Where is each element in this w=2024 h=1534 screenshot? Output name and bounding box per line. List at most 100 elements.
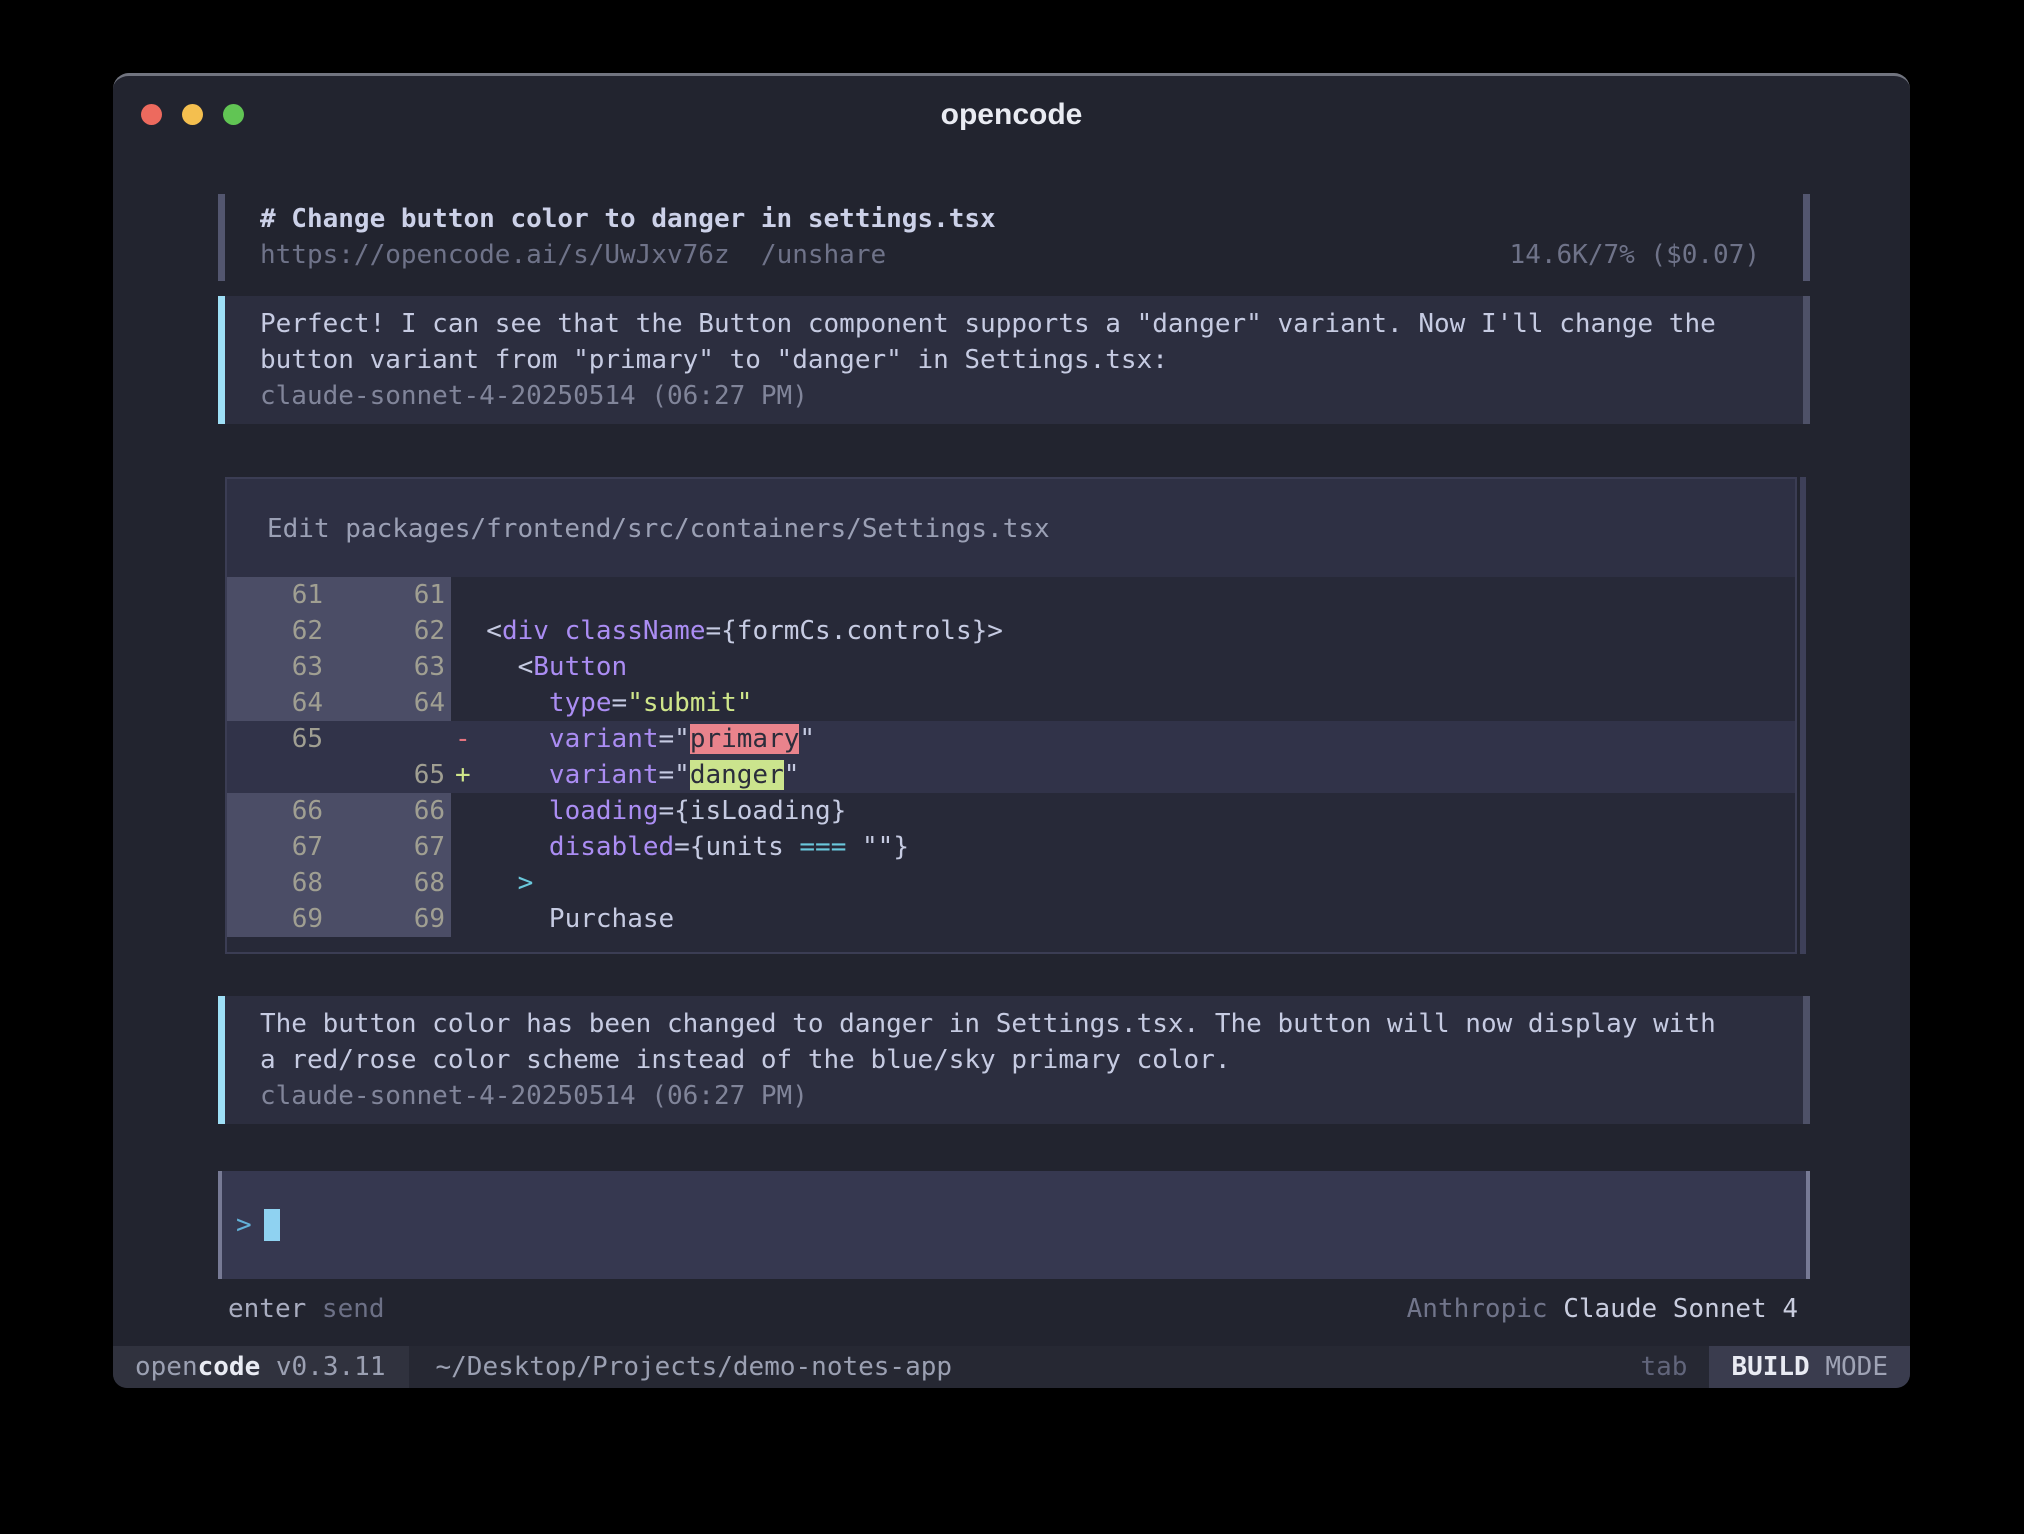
diff-code-line: + variant="danger" [451,757,799,793]
diff-code-line: type="submit" [451,685,752,721]
status-bar: opencode v0.3.11 ~/Desktop/Projects/demo… [113,1346,1910,1388]
mode-label-bold: BUILD [1731,1352,1809,1382]
code-token: > [518,868,534,898]
prompt-input[interactable]: > [218,1171,1810,1279]
line-number-new: 65 [337,757,451,793]
app-name-open: open [135,1352,198,1382]
line-number-old: 65 [227,721,337,757]
hints-row: enter send Anthropic Claude Sonnet 4 [218,1291,1810,1327]
diff-scrollbar[interactable] [1800,477,1806,954]
mode-chip[interactable]: BUILD MODE [1709,1346,1910,1388]
diff-code-line: <Button [451,649,627,685]
edit-tool-title: Edit packages/frontend/src/containers/Se… [227,479,1795,577]
opencode-window: opencode # Change button color to danger… [113,73,1910,1385]
code-token: < [455,652,533,682]
diff-code-line: disabled={units === ""} [451,829,909,865]
code-token: className [565,616,706,646]
code-token: type [549,688,612,718]
line-number-old: 68 [227,865,337,901]
code-token [455,868,518,898]
code-token: ={formCs.controls}> [705,616,1002,646]
line-number-old: 64 [227,685,337,721]
code-token: ={units [674,832,799,862]
line-number-old: 62 [227,613,337,649]
diff-code-line: > [451,865,533,901]
line-number-old: 63 [227,649,337,685]
message-accent-bar [218,296,225,424]
message-text-line: button variant from "primary" to "danger… [260,342,1760,378]
titlebar[interactable]: opencode [113,76,1910,140]
code-token: ={isLoading} [659,796,847,826]
line-number-new: 63 [337,649,451,685]
session-header-left-border [218,194,225,281]
code-token [455,832,549,862]
unshare-command[interactable]: /unshare [730,237,887,273]
line-number-new: 61 [337,577,451,613]
line-number-old [227,757,337,793]
code-token: =" [659,724,690,754]
tab-key-hint: tab [1640,1346,1687,1388]
line-number-old: 61 [227,577,337,613]
code-token: - [455,724,549,754]
line-number-new: 67 [337,829,451,865]
session-header-right-border [1803,194,1810,281]
diff-row-ctx: 6363 <Button [227,649,1795,685]
diff-row-ctx: 6969 Purchase [227,901,1795,937]
code-token: div [502,616,549,646]
code-token: < [455,616,502,646]
diff-row-ctx: 6464 type="submit" [227,685,1795,721]
code-token: Button [533,652,627,682]
line-number-new: 64 [337,685,451,721]
message-text-line: The button color has been changed to dan… [260,1006,1760,1042]
message-accent-bar [218,996,225,1124]
diff-row-ctx: 6767 disabled={units === ""} [227,829,1795,865]
diff-row-del: 65 - variant="primary" [227,721,1795,757]
code-token [455,904,549,934]
line-number-old: 66 [227,793,337,829]
code-token: " [784,760,800,790]
diff-view: 61616262 <div className={formCs.controls… [227,577,1795,952]
assistant-message: The button color has been changed to dan… [218,996,1810,1124]
diff-row-ctx: 6666 loading={isLoading} [227,793,1795,829]
line-number-new: 66 [337,793,451,829]
input-left-border [218,1171,222,1279]
diff-row-ctx: 6868 > [227,865,1795,901]
app-version-chip: opencode v0.3.11 [113,1346,409,1388]
share-url[interactable]: https://opencode.ai/s/UwJxv76z [260,237,730,273]
edit-tool-block: Edit packages/frontend/src/containers/Se… [225,477,1797,954]
message-right-border [1803,996,1810,1124]
text-cursor [264,1209,280,1241]
code-token [455,688,549,718]
code-token: loading [549,796,659,826]
code-token: disabled [549,832,674,862]
screen: opencode # Change button color to danger… [0,0,2024,1534]
line-number-old: 67 [227,829,337,865]
send-action-hint: send [306,1291,384,1327]
code-token: variant [549,760,659,790]
message-model-timestamp: claude-sonnet-4-20250514 (06:27 PM) [260,1078,1760,1114]
line-number-old: 69 [227,901,337,937]
diff-code-line: - variant="primary" [451,721,815,757]
message-model-timestamp: claude-sonnet-4-20250514 (06:27 PM) [260,378,1760,414]
message-text-line: a red/rose color scheme instead of the b… [260,1042,1760,1078]
code-token: primary [690,724,800,754]
model-name: Claude Sonnet 4 [1548,1294,1798,1324]
prompt-chevron: > [236,1207,252,1243]
window-title: opencode [113,98,1910,132]
line-number-new: 69 [337,901,451,937]
message-text-line: Perfect! I can see that the Button compo… [260,306,1760,342]
diff-code-line: loading={isLoading} [451,793,846,829]
diff-row-ctx: 6262 <div className={formCs.controls}> [227,613,1795,649]
code-token [549,616,565,646]
code-token: Purchase [549,904,674,934]
code-token: " [799,724,815,754]
code-token: ""} [846,832,909,862]
assistant-message: Perfect! I can see that the Button compo… [218,296,1810,424]
code-token: "submit" [627,688,752,718]
code-token: + [455,760,549,790]
enter-key-hint: enter [228,1291,306,1327]
diff-code-line: Purchase [451,901,674,937]
session-header: # Change button color to danger in setti… [218,194,1810,281]
diff-row-add: 65+ variant="danger" [227,757,1795,793]
app-version: v0.3.11 [260,1352,385,1382]
